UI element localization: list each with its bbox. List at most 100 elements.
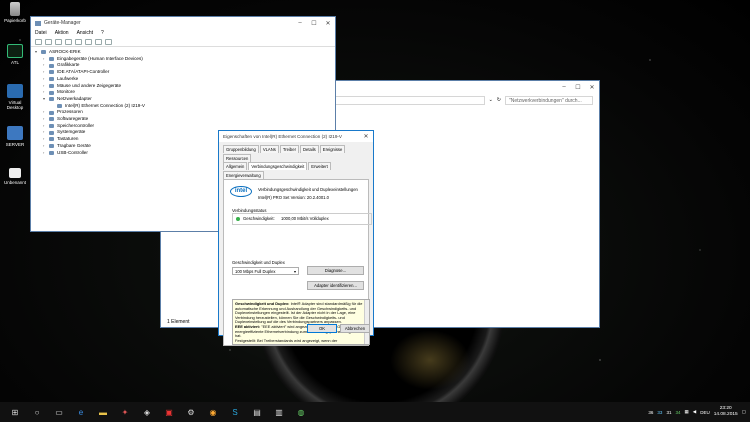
tool-icon[interactable]: ⚙ [184, 405, 198, 419]
close-icon[interactable]: ✕ [585, 84, 599, 91]
tab-vlans[interactable]: VLANs [259, 145, 279, 153]
tree-item[interactable]: › Speichercontroller [35, 123, 331, 130]
tree-item[interactable]: › Prozessoren [35, 109, 331, 116]
tab-erweitert[interactable]: Erweitert [308, 162, 331, 170]
tree-item-label: Monitore [57, 89, 75, 95]
tab-ressourcen[interactable]: Ressourcen [223, 154, 252, 162]
tree-item[interactable]: › Mäuse und andere Zeigegeräte [35, 83, 331, 90]
tree-item-label: Softwaregeräte [57, 116, 89, 122]
menu-datei[interactable]: Datei [35, 30, 47, 36]
panel-heading: Verbindungsgeschwindigkeit und Duplexein… [258, 187, 358, 192]
search-icon[interactable]: ○ [30, 405, 44, 419]
dialog-titlebar[interactable]: Eigenschaften von Intel(R) Ethernet Conn… [219, 131, 373, 142]
device-icon [49, 150, 54, 155]
properties-icon[interactable] [55, 38, 62, 45]
desktop-icon-virtual-desktop[interactable]: Virtual Desktop [2, 84, 28, 110]
skype-icon[interactable]: S [228, 405, 242, 419]
menu-help[interactable]: ? [101, 30, 104, 36]
close-icon[interactable]: ✕ [321, 20, 335, 27]
language-indicator[interactable]: DEU [700, 410, 710, 415]
tree-item[interactable]: › Monitore [35, 89, 331, 96]
ok-button[interactable]: OK [307, 324, 337, 333]
tab-details[interactable]: Details [299, 145, 319, 153]
tree-item-label: Speichercontroller [57, 122, 95, 128]
browser-icon[interactable]: ◉ [206, 405, 220, 419]
wallpaper-city-lights [390, 330, 470, 390]
network-icon[interactable]: ▦ [684, 409, 688, 415]
duplex-label: Geschwindigkeit und Duplex [232, 260, 285, 265]
tab-panel: intel Verbindungsgeschwindigkeit und Dup… [223, 179, 372, 346]
diagnose-button[interactable]: Diagnose... [307, 266, 364, 275]
tab-ereignisse[interactable]: Ereignisse [319, 145, 346, 153]
tab-allgemein[interactable]: Allgemein [223, 162, 248, 170]
tab-verbindungsgeschwindigkeit[interactable]: Verbindungsgeschwindigkeit [248, 162, 308, 170]
tree-item[interactable]: › Laufwerke [35, 76, 331, 83]
tree-item-label: Mäuse und andere Zeigegeräte [57, 82, 122, 88]
minimize-icon[interactable]: – [293, 20, 307, 27]
chevron-down-icon[interactable]: ⌄ [489, 97, 493, 103]
uninstall-icon[interactable] [95, 38, 102, 45]
clock[interactable]: 23:20 14.08.2015 [714, 406, 738, 418]
app-icon[interactable]: ✦ [118, 405, 132, 419]
monitor-icon[interactable] [85, 38, 92, 45]
files-icon[interactable]: ▤ [250, 405, 264, 419]
volume-icon[interactable]: ◀ [693, 409, 696, 415]
device-icon [49, 57, 54, 62]
close-icon[interactable]: ✕ [359, 133, 373, 140]
tree-item[interactable]: ▾ ASROCK-ERIK [35, 49, 331, 56]
network-task-icon[interactable]: ◍ [294, 405, 308, 419]
tree-item-label: Systemgeräte [57, 129, 86, 135]
toolbar [31, 37, 335, 47]
menu-ansicht[interactable]: Ansicht [77, 30, 93, 36]
tree-item-label: Laufwerke [57, 75, 79, 81]
identify-adapter-button[interactable]: Adapter identifizieren... [307, 281, 364, 290]
duplex-select[interactable]: 100 Mbps Full Duplex ▾ [232, 267, 299, 275]
explorer-icon[interactable]: ▬ [96, 405, 110, 419]
tree-item[interactable]: › Grafikkarte [35, 62, 331, 69]
scan-icon[interactable] [75, 38, 82, 45]
device-manager-titlebar[interactable]: Geräte-Manager – ☐ ✕ [31, 17, 335, 29]
maximize-icon[interactable]: ☐ [307, 20, 321, 27]
adapter-properties-dialog[interactable]: Eigenschaften von Intel(R) Ethernet Conn… [218, 130, 374, 346]
search-input[interactable]: "Netzwerkverbindungen" durch... [505, 95, 593, 105]
help-scrollbar[interactable] [364, 300, 369, 344]
tree-item[interactable]: › IDE ATA/ATAPI-Controller [35, 69, 331, 76]
speed-value: 1000,00 Mbit/s Vollduplex [281, 216, 329, 221]
tree-item[interactable]: Intel(R) Ethernet Connection (2) I219-V [35, 103, 331, 110]
forward-icon[interactable] [45, 38, 52, 45]
media-icon[interactable]: ▣ [162, 405, 176, 419]
device-manager-task-icon[interactable]: ▥ [272, 405, 286, 419]
desktop-icon-atl[interactable]: ATL [2, 44, 28, 65]
cancel-button[interactable]: Abbrechen [340, 324, 370, 333]
task-view-icon[interactable]: ▭ [52, 405, 66, 419]
start-icon[interactable]: ⊞ [8, 405, 22, 419]
update-driver-icon[interactable] [105, 38, 112, 45]
tree-item[interactable]: › Eingabegeräte (Human Interface Devices) [35, 56, 331, 63]
help-icon[interactable] [65, 38, 72, 45]
desktop-icon-recycle-bin[interactable]: Papierkorb [2, 2, 28, 23]
tree-item-label: Netzwerkadapter [57, 95, 92, 101]
tree-item[interactable]: › Softwaregeräte [35, 116, 331, 123]
system-tray: 36 33 31 34 ▦ ◀ DEU 23:20 14.08.2015 ▢ [648, 406, 746, 418]
tab-energieverwaltung[interactable]: Energieverwaltung [223, 171, 264, 179]
server-icon [7, 126, 23, 140]
tab-row-2: Allgemein Verbindungsgeschwindigkeit Erw… [219, 162, 373, 179]
tree-item-label: IDE ATA/ATAPI-Controller [57, 69, 110, 75]
tree-item[interactable]: ▾ Netzwerkadapter [35, 96, 331, 103]
refresh-icon[interactable]: ↻ [497, 97, 501, 103]
notifications-icon[interactable]: ▢ [742, 409, 746, 415]
desktop-icon-server[interactable]: SERVER [2, 126, 28, 147]
menu-aktion[interactable]: Aktion [55, 30, 69, 36]
device-icon [49, 130, 54, 135]
back-icon[interactable] [35, 38, 42, 45]
desktop-icon-unnamed[interactable]: Unbenannt [2, 168, 28, 185]
speed-label: Geschwindigkeit: [243, 216, 275, 221]
store-icon[interactable]: ◈ [140, 405, 154, 419]
tree-item-label: Eingabegeräte (Human Interface Devices) [57, 55, 143, 61]
edge-icon[interactable]: e [74, 405, 88, 419]
minimize-icon[interactable]: – [557, 84, 571, 91]
tab-gruppenbildung[interactable]: Gruppenbildung [223, 145, 259, 153]
maximize-icon[interactable]: ☐ [571, 84, 585, 91]
tab-treiber[interactable]: Treiber [279, 145, 299, 153]
menu-bar: Datei Aktion Ansicht ? [31, 29, 335, 37]
